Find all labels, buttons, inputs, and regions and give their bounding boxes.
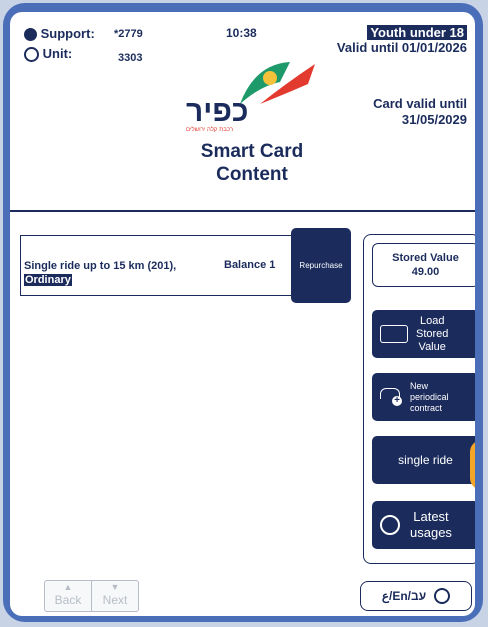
stored-value-box: Stored Value 49.00 bbox=[372, 243, 475, 287]
logo-subtext: רכבת קלה ירושלים bbox=[186, 127, 234, 133]
pointer-hand-icon bbox=[470, 440, 475, 490]
page-title: Smart Card Content bbox=[200, 141, 304, 185]
next-button[interactable]: ▼ Next bbox=[92, 580, 139, 612]
contract-row[interactable]: Single ride up to 15 km (201), Ordinary … bbox=[20, 228, 351, 303]
card-hand-icon bbox=[380, 325, 408, 343]
support-value: *2779 bbox=[114, 28, 143, 40]
language-button[interactable]: ع/En/עב bbox=[360, 581, 472, 611]
support-label: Support: bbox=[40, 26, 95, 41]
single-ride-button[interactable]: single ride bbox=[372, 436, 475, 484]
clock-time: 10:38 bbox=[226, 26, 257, 40]
chevron-up-icon: ▲ bbox=[63, 582, 73, 592]
contract-balance: Balance 1 bbox=[224, 259, 276, 271]
load-stored-value-button[interactable]: Load Stored Value bbox=[372, 310, 475, 358]
support-row: Support: bbox=[24, 26, 95, 42]
unit-label: Unit: bbox=[42, 46, 73, 61]
repurchase-button[interactable]: Repurchase bbox=[291, 228, 351, 303]
chevron-down-icon: ▼ bbox=[110, 582, 120, 592]
logo-text: כפיר bbox=[186, 95, 249, 128]
nav-buttons: ▲ Back ▼ Next bbox=[44, 580, 140, 612]
new-periodical-contract-button[interactable]: + New periodical contract bbox=[372, 373, 475, 421]
card-valid-date: 31/05/2029 bbox=[401, 112, 467, 127]
header-divider bbox=[10, 210, 475, 212]
card-valid-label: Card valid until bbox=[373, 96, 467, 111]
contract-description: Single ride up to 15 km (201), Ordinary bbox=[24, 260, 177, 286]
profile-valid: Valid until 01/01/2026 bbox=[336, 40, 467, 55]
back-button[interactable]: ▲ Back bbox=[44, 580, 92, 612]
phone-icon bbox=[24, 28, 37, 42]
history-clock-icon bbox=[380, 515, 400, 535]
profile-highlight: Youth under 18 bbox=[367, 25, 467, 40]
unit-row: Unit: bbox=[24, 46, 73, 63]
unit-value: 3303 bbox=[118, 52, 143, 64]
kiosk-screen: Support: *2779 Unit: 3303 10:38 Youth un… bbox=[10, 12, 475, 616]
globe-icon bbox=[434, 588, 451, 604]
add-contract-icon: + bbox=[380, 388, 402, 406]
latest-usages-button[interactable]: Latest usages bbox=[372, 501, 475, 549]
clock-icon bbox=[24, 47, 39, 63]
